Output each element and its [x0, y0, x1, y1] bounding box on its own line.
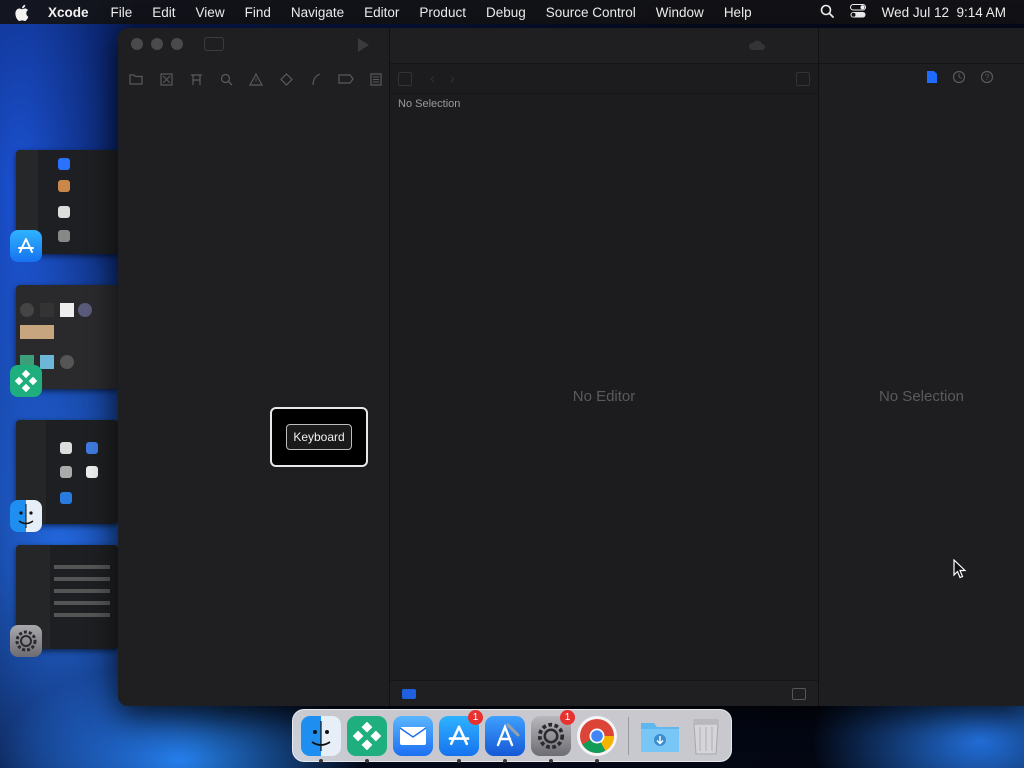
- notification-badge: 1: [560, 709, 575, 725]
- menu-window[interactable]: Window: [656, 5, 704, 20]
- menu-find[interactable]: Find: [245, 5, 271, 20]
- cloud-icon[interactable]: [748, 38, 766, 56]
- symbol-icon[interactable]: [188, 71, 204, 87]
- menu-edit[interactable]: Edit: [152, 5, 175, 20]
- related-items-icon[interactable]: [398, 72, 412, 86]
- downloads-folder-icon[interactable]: [640, 716, 680, 756]
- sidebar-toggle-icon[interactable]: [204, 37, 224, 51]
- dock: 1 1: [292, 709, 732, 763]
- spotlight-search-icon[interactable]: [820, 4, 834, 21]
- running-indicator: [595, 758, 599, 763]
- menubar-clock[interactable]: Wed Jul 12 9:14 AM: [882, 5, 1006, 20]
- back-arrow-icon[interactable]: ‹: [430, 70, 435, 86]
- apple-menu-icon[interactable]: [14, 3, 32, 21]
- menu-product[interactable]: Product: [419, 5, 466, 20]
- menu-app-name[interactable]: Xcode: [48, 5, 89, 20]
- no-selection-label: No Selection: [878, 388, 965, 405]
- inspector-toolbar: [819, 28, 1024, 64]
- keyboard-popup: Keyboard: [270, 407, 368, 467]
- menu-navigate[interactable]: Navigate: [291, 5, 344, 20]
- close-window-button[interactable]: [131, 38, 143, 50]
- stage-group-diamond-app[interactable]: [10, 285, 118, 397]
- running-indicator: [457, 758, 461, 763]
- source-control-icon[interactable]: [158, 71, 174, 87]
- no-editor-label: No Editor: [572, 388, 636, 405]
- system-settings-icon[interactable]: 1: [531, 709, 575, 763]
- title-bar: [118, 28, 389, 62]
- find-icon[interactable]: [218, 71, 234, 87]
- app-store-icon: [10, 230, 42, 262]
- menu-file[interactable]: File: [111, 5, 133, 20]
- diamond-app-icon: [10, 365, 42, 397]
- stage-group-system-settings[interactable]: [10, 545, 118, 657]
- app-store-icon[interactable]: 1: [439, 709, 483, 763]
- breakpoint-icon[interactable]: [338, 71, 354, 87]
- navigator-toolbar: [118, 66, 390, 92]
- jump-bar: ‹ ›: [390, 64, 818, 94]
- mail-icon[interactable]: [393, 715, 433, 756]
- notification-badge: 1: [468, 709, 483, 725]
- debug-bar: [390, 680, 818, 706]
- test-icon[interactable]: [278, 71, 294, 87]
- debug-icon[interactable]: [308, 71, 324, 87]
- running-indicator: [503, 758, 507, 763]
- control-center-icon[interactable]: [849, 3, 866, 21]
- forward-arrow-icon[interactable]: ›: [450, 70, 455, 86]
- menu-editor[interactable]: Editor: [364, 5, 399, 20]
- trash-icon[interactable]: [686, 716, 726, 756]
- dock-separator: [628, 716, 629, 755]
- run-button[interactable]: [356, 37, 370, 58]
- console-toggle-icon[interactable]: [792, 688, 806, 700]
- add-editor-icon[interactable]: [796, 72, 810, 86]
- finder-icon[interactable]: [301, 715, 341, 763]
- menu-debug[interactable]: Debug: [486, 5, 526, 20]
- finder-icon: [10, 500, 42, 532]
- editor-toolbar: [390, 28, 818, 64]
- issue-icon[interactable]: [248, 71, 264, 87]
- inspector-tabs: ?: [819, 66, 1024, 92]
- chrome-icon[interactable]: [577, 715, 617, 763]
- keyboard-button[interactable]: Keyboard: [286, 424, 352, 450]
- stage-group-app-store[interactable]: [10, 150, 118, 262]
- file-inspector-icon[interactable]: [926, 70, 938, 89]
- menu-view[interactable]: View: [196, 5, 225, 20]
- menu-source-control[interactable]: Source Control: [546, 5, 636, 20]
- xcode-window: ‹ › No Selection No Editor ? No Selectio…: [118, 28, 1024, 706]
- help-inspector-icon[interactable]: ?: [980, 70, 994, 89]
- xcode-icon[interactable]: [485, 715, 525, 763]
- system-settings-icon: [10, 625, 42, 657]
- history-inspector-icon[interactable]: [952, 70, 966, 89]
- mouse-pointer-icon: [953, 559, 967, 579]
- diamond-app-icon[interactable]: [347, 715, 387, 763]
- running-indicator: [549, 758, 553, 763]
- minimize-window-button[interactable]: [151, 38, 163, 50]
- menu-bar: Xcode File Edit View Find Navigate Edito…: [0, 0, 1024, 24]
- svg-text:?: ?: [985, 73, 990, 82]
- editor-breadcrumb: No Selection: [398, 98, 461, 110]
- menu-help[interactable]: Help: [724, 5, 752, 20]
- editor-area: ‹ › No Selection No Editor: [390, 28, 818, 706]
- debug-area-toggle-icon[interactable]: [402, 689, 416, 699]
- zoom-window-button[interactable]: [171, 38, 183, 50]
- stage-group-finder[interactable]: [10, 420, 118, 532]
- running-indicator: [319, 758, 323, 763]
- report-icon[interactable]: [368, 71, 384, 87]
- running-indicator: [365, 758, 369, 763]
- folder-icon[interactable]: [128, 71, 144, 87]
- inspector-pane: ? No Selection: [818, 28, 1024, 706]
- navigator-pane: [118, 28, 390, 706]
